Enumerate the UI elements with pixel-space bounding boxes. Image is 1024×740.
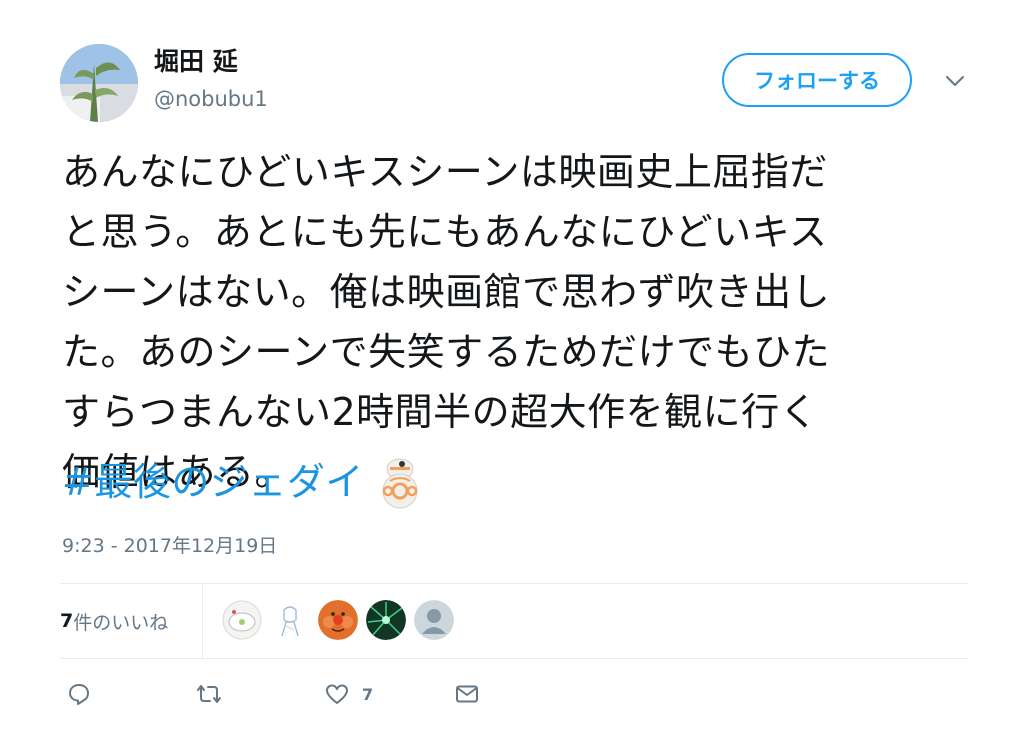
tweet-text-line: あんなにひどいキスシーンは映画史上屈指だ xyxy=(62,150,828,194)
likes-label: 件のいいね xyxy=(73,611,169,634)
liker-avatar[interactable] xyxy=(318,600,358,640)
likes-count[interactable]: 7 件のいいね xyxy=(60,584,202,658)
author-handle[interactable]: @nobubu1 xyxy=(154,85,268,113)
tweet-text: あんなにひどいキスシーンは映画史上屈指だ と思う。あとにも先にもあんなにひどいキ… xyxy=(62,142,952,502)
avatar-image xyxy=(60,44,138,122)
like-button[interactable]: 7 xyxy=(324,672,373,716)
tweet-actions: 7 xyxy=(60,672,968,716)
author-display-name[interactable]: 堀田 延 xyxy=(154,46,238,78)
liker-avatar[interactable] xyxy=(366,600,406,640)
tweet-text-line: と思う。あとにも先にもあんなにひどいキス xyxy=(62,210,828,254)
liker-avatar[interactable] xyxy=(414,600,454,640)
tweet-text-line: シーンはない。俺は映画館で思わず吹き出し xyxy=(62,270,831,314)
direct-message-button[interactable] xyxy=(454,672,480,716)
liker-avatar[interactable] xyxy=(270,600,310,640)
heart-icon xyxy=(326,684,348,704)
tweet-text-line: た。あのシーンで失笑するためだけでもひた xyxy=(62,330,831,374)
like-count: 7 xyxy=(362,684,374,704)
reply-button[interactable] xyxy=(66,672,92,716)
tweet-stats: 7 件のいいね xyxy=(60,584,968,658)
follow-button[interactable]: フォローする xyxy=(722,53,912,107)
tweet-card: 堀田 延 @nobubu1 フォローする あんなにひどいキスシーンは映画史上屈指… xyxy=(0,0,1024,740)
divider xyxy=(60,658,968,659)
retweet-icon xyxy=(197,685,221,703)
tweet-timestamp[interactable]: 9:23 - 2017年12月19日 xyxy=(62,532,277,560)
reply-icon xyxy=(69,684,89,705)
likers-avatars xyxy=(222,600,454,642)
likes-number: 7 xyxy=(60,610,74,632)
hashtag-line: #最後のジェダイ xyxy=(62,452,422,512)
bb8-emoji-icon xyxy=(382,458,418,509)
envelope-icon xyxy=(456,685,478,703)
chevron-down-icon[interactable] xyxy=(942,68,968,94)
author-avatar[interactable] xyxy=(60,44,138,122)
liker-avatar[interactable] xyxy=(222,600,262,640)
tweet-text-line: すらつまんない2時間半の超大作を観に行く xyxy=(62,390,819,434)
vertical-divider xyxy=(202,584,203,658)
retweet-button[interactable] xyxy=(194,672,224,716)
hashtag-link[interactable]: #最後のジェダイ xyxy=(62,452,364,512)
